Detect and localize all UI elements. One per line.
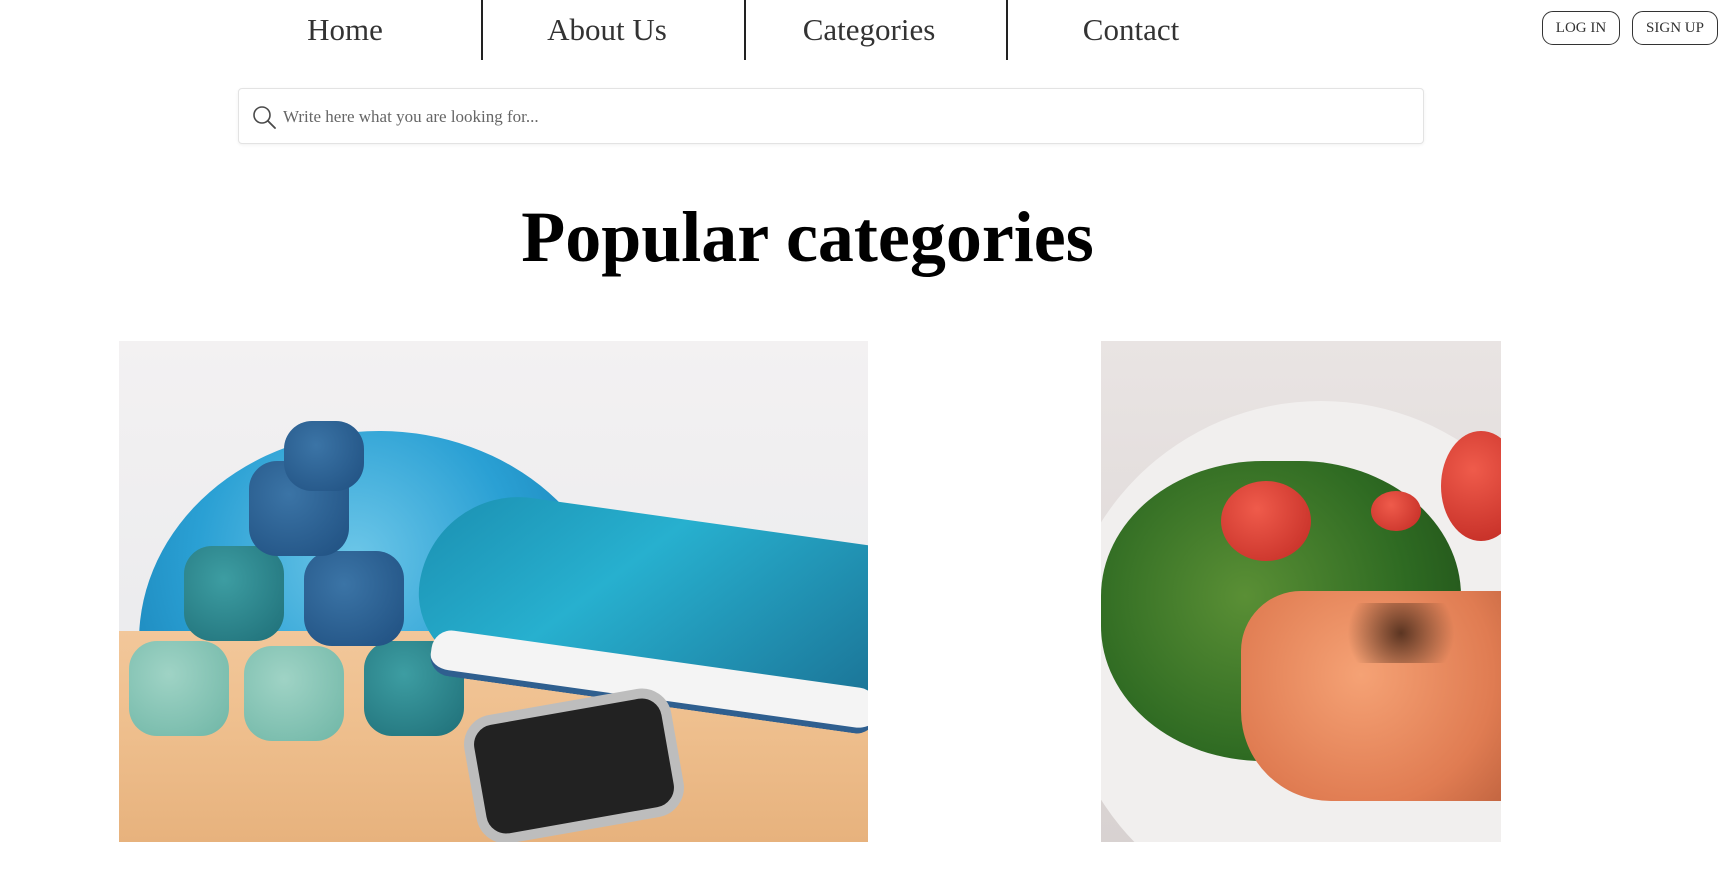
dumbbell-shape: [184, 546, 284, 641]
page-title: Popular categories: [521, 197, 1094, 277]
dumbbell-shape: [284, 421, 364, 491]
search-input[interactable]: [281, 89, 1405, 145]
dumbbell-shape: [244, 646, 344, 741]
nav-about-us[interactable]: About Us: [476, 0, 738, 60]
main-nav: Home About Us Categories Contact: [0, 0, 1722, 60]
nav-home[interactable]: Home: [214, 0, 476, 60]
sear-marks-shape: [1331, 603, 1471, 663]
nav-categories[interactable]: Categories: [738, 0, 1000, 60]
nav-contact[interactable]: Contact: [1000, 0, 1262, 60]
category-image-food[interactable]: [1101, 341, 1501, 842]
signup-button[interactable]: SIGN UP: [1632, 11, 1718, 45]
dumbbell-shape: [304, 551, 404, 646]
tomato-shape: [1371, 491, 1421, 531]
dumbbell-shape: [129, 641, 229, 736]
tomato-shape: [1221, 481, 1311, 561]
category-image-fitness[interactable]: [119, 341, 868, 842]
search-bar: [238, 88, 1424, 145]
login-button[interactable]: LOG IN: [1542, 11, 1620, 45]
search-icon[interactable]: [251, 104, 277, 130]
